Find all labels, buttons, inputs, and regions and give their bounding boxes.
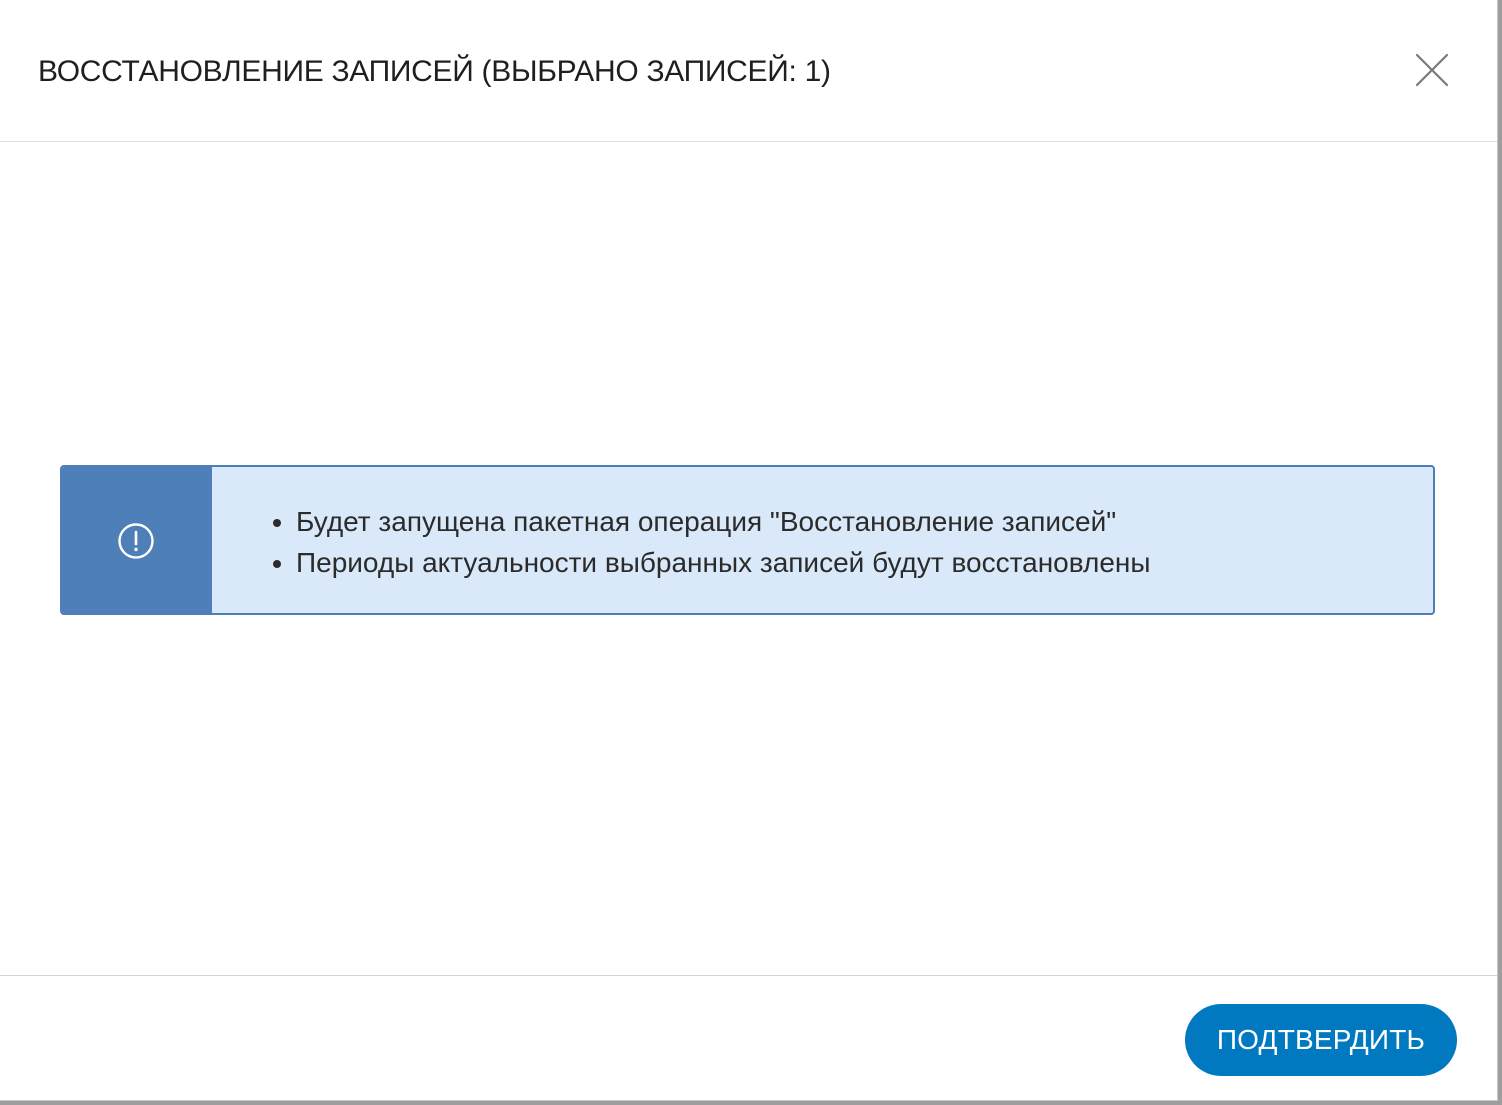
notice-list: Будет запущена пакетная операция "Восста… [266,501,1150,583]
info-notice: Будет запущена пакетная операция "Восста… [60,465,1435,615]
confirm-button[interactable]: ПОДТВЕРДИТЬ [1185,1004,1457,1076]
notice-item: Будет запущена пакетная операция "Восста… [296,501,1150,542]
restore-records-dialog: ВОССТАНОВЛЕНИЕ ЗАПИСЕЙ (ВЫБРАНО ЗАПИСЕЙ:… [0,0,1498,1101]
dialog-footer: ПОДТВЕРДИТЬ [0,975,1497,1101]
info-circle-icon [118,523,154,559]
dialog-header: ВОССТАНОВЛЕНИЕ ЗАПИСЕЙ (ВЫБРАНО ЗАПИСЕЙ:… [0,0,1497,142]
dialog-title: ВОССТАНОВЛЕНИЕ ЗАПИСЕЙ (ВЫБРАНО ЗАПИСЕЙ:… [38,55,831,88]
notice-item: Периоды актуальности выбранных записей б… [296,542,1150,583]
notice-icon-panel [62,467,212,613]
close-icon [1415,53,1449,87]
close-button[interactable] [1408,46,1456,94]
dialog-body: Будет запущена пакетная операция "Восста… [0,142,1497,976]
